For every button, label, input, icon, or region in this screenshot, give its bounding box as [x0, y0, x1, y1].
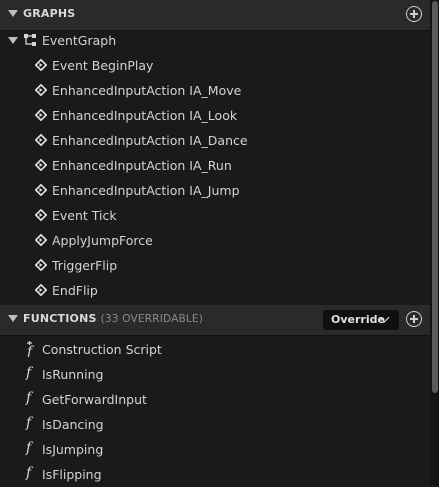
event-graph-item[interactable]: EventGraph	[0, 28, 430, 53]
event-item-label: Event BeginPlay	[52, 58, 154, 73]
graphs-section-header[interactable]: GRAPHS	[0, 0, 430, 31]
functions-title-text: FUNCTIONS	[23, 312, 97, 325]
function-item-label: Construction Script	[42, 342, 162, 357]
event-item-label: EnhancedInputAction IA_Look	[52, 108, 238, 123]
event-item[interactable]: EnhancedInputAction IA_Jump	[0, 178, 430, 203]
function-icon: f	[26, 465, 32, 481]
function-item[interactable]: f IsJumping	[0, 437, 430, 462]
function-item-label: GetForwardInput	[42, 392, 147, 407]
event-item[interactable]: EnhancedInputAction IA_Dance	[0, 128, 430, 153]
function-item-label: IsRunning	[42, 367, 104, 382]
event-node-icon	[35, 84, 47, 96]
add-function-icon[interactable]	[406, 311, 422, 327]
event-item-label: Event Tick	[52, 208, 117, 223]
scrollbar-thumb[interactable]	[432, 1, 438, 393]
function-item[interactable]: f GetForwardInput	[0, 387, 430, 412]
event-node-icon	[35, 259, 47, 271]
event-item[interactable]: EnhancedInputAction IA_Move	[0, 78, 430, 103]
event-item-label: EnhancedInputAction IA_Move	[52, 83, 242, 98]
event-item[interactable]: EnhancedInputAction IA_Look	[0, 103, 430, 128]
event-graph-label: EventGraph	[42, 33, 117, 48]
event-node-icon	[35, 184, 47, 196]
event-item[interactable]: ApplyJumpForce	[0, 228, 430, 253]
function-icon: f	[26, 365, 32, 381]
function-icon: f	[26, 390, 32, 406]
svg-text:f: f	[26, 344, 35, 357]
function-item-label: IsFlipping	[42, 467, 102, 482]
override-dropdown[interactable]: Override	[323, 310, 399, 330]
event-node-icon	[35, 209, 47, 221]
collapse-arrow-icon[interactable]	[8, 10, 18, 17]
function-item[interactable]: f Construction Script	[0, 337, 430, 362]
function-item[interactable]: f IsDancing	[0, 412, 430, 437]
function-item[interactable]: f IsRunning	[0, 362, 430, 387]
functions-section-header[interactable]: FUNCTIONS (33 OVERRIDABLE) Override	[0, 305, 430, 336]
event-item-label: EndFlip	[52, 283, 98, 298]
event-item[interactable]: Event BeginPlay	[0, 53, 430, 78]
event-node-icon	[35, 59, 47, 71]
my-blueprint-panel: GRAPHS EventGraph Event BeginPlay Enhance…	[0, 0, 430, 485]
functions-title: FUNCTIONS (33 OVERRIDABLE)	[23, 312, 203, 325]
event-item-label: TriggerFlip	[52, 258, 118, 273]
graph-icon	[24, 34, 36, 46]
event-item-label: EnhancedInputAction IA_Run	[52, 158, 232, 173]
expand-arrow-icon[interactable]	[8, 37, 18, 44]
event-item[interactable]: Event Tick	[0, 203, 430, 228]
construction-script-icon: f	[26, 341, 35, 357]
collapse-arrow-icon[interactable]	[8, 315, 18, 322]
function-item-label: IsJumping	[42, 442, 104, 457]
function-item-label: IsDancing	[42, 417, 104, 432]
graphs-title: GRAPHS	[23, 7, 76, 20]
event-item-label: EnhancedInputAction IA_Dance	[52, 133, 248, 148]
override-label: Override	[331, 313, 385, 326]
event-node-icon	[35, 109, 47, 121]
add-graph-icon[interactable]	[406, 6, 422, 22]
event-item[interactable]: TriggerFlip	[0, 253, 430, 278]
functions-overridable-count: (33 OVERRIDABLE)	[100, 313, 204, 325]
event-node-icon	[35, 284, 47, 296]
function-icon: f	[26, 440, 32, 456]
event-node-icon	[35, 134, 47, 146]
event-item-label: EnhancedInputAction IA_Jump	[52, 183, 240, 198]
event-item[interactable]: EnhancedInputAction IA_Run	[0, 153, 430, 178]
event-node-icon	[35, 159, 47, 171]
event-node-icon	[35, 234, 47, 246]
event-item[interactable]: EndFlip	[0, 278, 430, 303]
function-item[interactable]: f IsFlipping	[0, 462, 430, 487]
function-icon: f	[26, 415, 32, 431]
event-item-label: ApplyJumpForce	[52, 233, 153, 248]
